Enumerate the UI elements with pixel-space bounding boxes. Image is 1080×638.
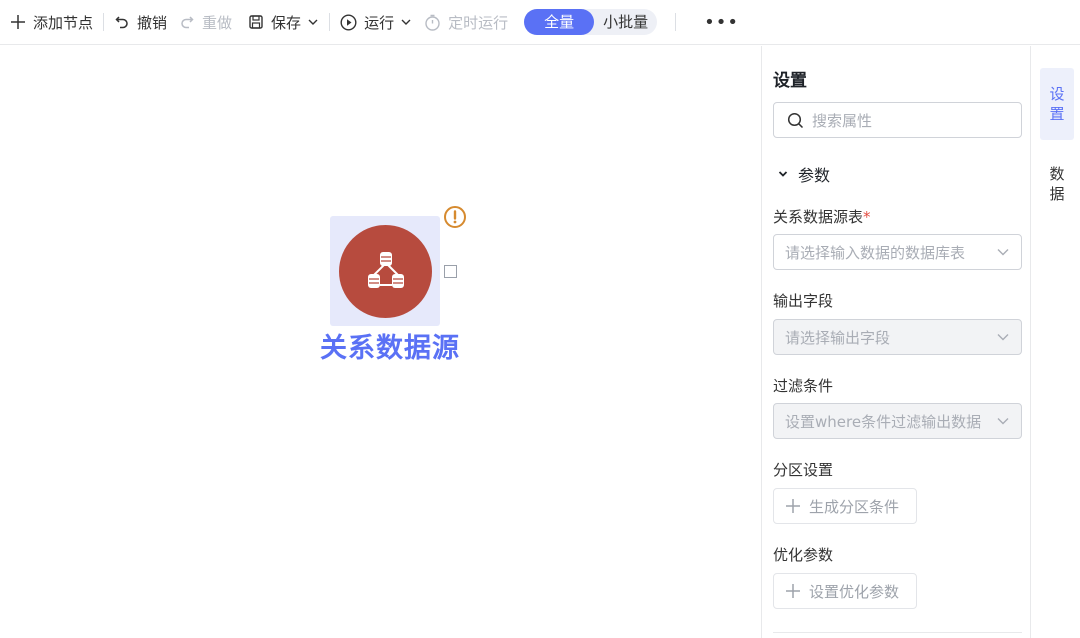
redo-icon — [181, 16, 194, 29]
chevron-down-icon[interactable] — [400, 16, 412, 28]
toolbar: 添加节点 撤销 重做 保存 运行 定时运行 全量 小批量 ••• — [0, 0, 1080, 45]
tab-settings-char: 置 — [1049, 105, 1065, 123]
relational-database-icon — [367, 251, 404, 288]
redo-label: 重做 — [202, 13, 233, 32]
plus-icon — [786, 499, 800, 513]
save-icon — [249, 15, 263, 29]
workflow-canvas[interactable]: 关系数据源 — [0, 46, 761, 638]
source-table-label-text: 关系数据源表 — [773, 208, 864, 226]
tab-data-char: 数 — [1049, 165, 1065, 183]
output-fields-select[interactable]: 请选择输出字段 — [773, 319, 1022, 355]
generate-partition-label: 生成分区条件 — [809, 497, 900, 516]
undo-icon — [115, 16, 128, 29]
node-icon-circle — [339, 225, 432, 318]
output-fields-label: 输出字段 — [773, 292, 834, 310]
tab-data-char: 据 — [1049, 185, 1065, 203]
toolbar-divider — [329, 13, 331, 31]
toolbar-divider — [675, 13, 677, 31]
app-window: 添加节点 撤销 重做 保存 运行 定时运行 全量 小批量 ••• 关系数据源 设… — [0, 0, 1080, 638]
output-fields-placeholder: 请选择输出字段 — [785, 328, 891, 347]
chevron-down-icon[interactable] — [307, 16, 319, 28]
set-optimize-button[interactable]: 设置优化参数 — [773, 573, 917, 609]
right-rail: 设 置 数 据 — [1031, 46, 1080, 638]
save-button[interactable]: 保存 — [242, 8, 325, 36]
optimize-label: 优化参数 — [773, 546, 834, 564]
plus-icon — [11, 15, 25, 29]
tab-settings-char: 设 — [1049, 85, 1065, 103]
node-output-port[interactable] — [444, 265, 457, 278]
search-input[interactable]: 搜索属性 — [773, 102, 1022, 138]
chevron-down-icon — [778, 171, 788, 177]
required-mark: * — [863, 208, 871, 226]
relational-source-node[interactable] — [330, 216, 440, 326]
redo-button[interactable]: 重做 — [173, 8, 238, 36]
chevron-down-icon — [997, 418, 1009, 425]
tab-data[interactable]: 数 据 — [1040, 148, 1074, 220]
schedule-run-button[interactable]: 定时运行 — [418, 8, 514, 36]
chevron-down-icon — [997, 249, 1009, 256]
save-label: 保存 — [271, 13, 302, 32]
source-table-label: 关系数据源表* — [773, 206, 871, 227]
warning-icon[interactable] — [443, 205, 467, 229]
add-node-button[interactable]: 添加节点 — [4, 8, 99, 36]
tab-settings[interactable]: 设 置 — [1040, 68, 1074, 140]
more-options-button[interactable]: ••• — [694, 8, 749, 36]
node-label: 关系数据源 — [320, 333, 460, 364]
section-params-label: 参数 — [798, 166, 831, 185]
panel-title: 设置 — [773, 71, 807, 91]
mode-full-option[interactable]: 全量 — [524, 9, 595, 35]
search-icon — [787, 112, 804, 128]
undo-label: 撤销 — [137, 13, 168, 32]
panel-divider — [773, 632, 1022, 633]
run-label: 运行 — [364, 13, 395, 32]
section-params-toggle[interactable]: 参数 — [778, 162, 830, 186]
toolbar-divider — [103, 13, 105, 31]
settings-panel: 设置 搜索属性 参数 关系数据源表* 请选择输入数据的数据库表 输出字段 请选择… — [761, 46, 1031, 638]
mode-small-batch-option[interactable]: 小批量 — [594, 9, 657, 35]
filter-label: 过滤条件 — [773, 377, 834, 395]
add-node-label: 添加节点 — [33, 13, 94, 32]
partition-label: 分区设置 — [773, 461, 834, 479]
filter-select[interactable]: 设置where条件过滤输出数据 — [773, 403, 1022, 439]
search-placeholder: 搜索属性 — [812, 111, 873, 130]
play-circle-icon — [340, 13, 357, 31]
generate-partition-button[interactable]: 生成分区条件 — [773, 488, 917, 524]
undo-button[interactable]: 撤销 — [108, 8, 173, 36]
source-table-select[interactable]: 请选择输入数据的数据库表 — [773, 234, 1022, 270]
schedule-run-label: 定时运行 — [448, 13, 509, 32]
run-button[interactable]: 运行 — [334, 8, 418, 36]
filter-placeholder: 设置where条件过滤输出数据 — [785, 412, 982, 431]
run-mode-toggle: 全量 小批量 — [524, 9, 658, 35]
source-table-placeholder: 请选择输入数据的数据库表 — [785, 243, 966, 262]
chevron-down-icon — [997, 334, 1009, 341]
set-optimize-label: 设置优化参数 — [809, 582, 900, 601]
plus-icon — [786, 584, 800, 598]
stopwatch-icon — [425, 14, 440, 31]
